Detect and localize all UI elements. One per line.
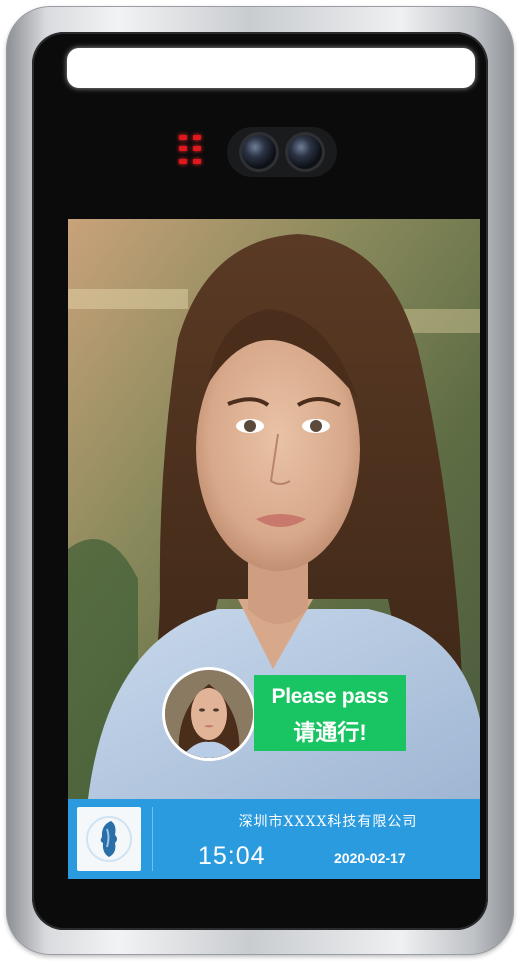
info-divider [152, 807, 153, 871]
camera-lens-right [285, 132, 325, 172]
company-name: 深圳市XXXX科技有限公司 [238, 814, 418, 830]
pass-status-banner: Please pass 请通行! [254, 675, 406, 751]
pass-message-en: Please pass [271, 685, 389, 708]
info-bar: 深圳市XXXX科技有限公司 15:04 2020-02-17 [68, 799, 480, 879]
ir-led-icon [179, 135, 205, 169]
display-screen: Please pass 请通行! 深圳市XXXX科技有限公司 15:04 202… [68, 219, 480, 879]
clock-time: 15:04 [198, 842, 266, 870]
dual-camera-icon [227, 127, 337, 177]
captured-face-thumbnail [162, 667, 256, 761]
fill-light-bar [67, 48, 475, 88]
access-terminal: Please pass 请通行! 深圳市XXXX科技有限公司 15:04 202… [6, 6, 514, 955]
current-date: 2020-02-17 [334, 850, 406, 866]
terminal-bezel: Please pass 请通行! 深圳市XXXX科技有限公司 15:04 202… [32, 32, 488, 930]
face-logo-icon [77, 807, 141, 871]
pass-message-cn: 请通行! [293, 720, 367, 745]
camera-lens-left [239, 132, 279, 172]
